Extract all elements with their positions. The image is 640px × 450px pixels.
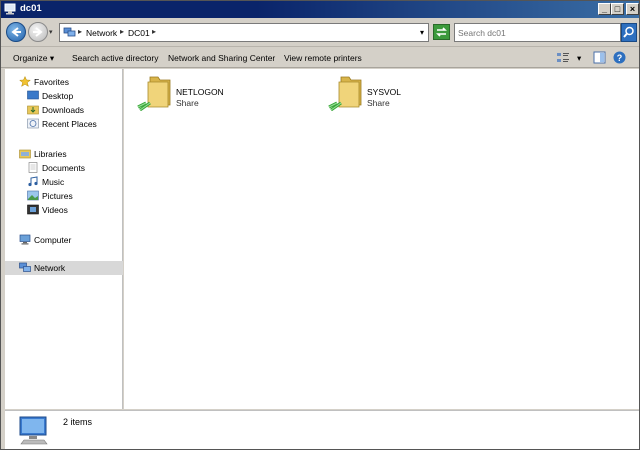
breadcrumb-separator-icon[interactable]: ▸ [78, 27, 82, 36]
address-bar[interactable]: ▸ Network ▸ DC01 ▸ ▾ [59, 23, 429, 42]
nav-music-label: Music [42, 177, 65, 187]
back-arrow-icon [11, 27, 21, 37]
refresh-button[interactable] [433, 24, 450, 40]
videos-icon [27, 204, 39, 215]
nav-desktop-label: Desktop [42, 91, 74, 101]
maximize-button[interactable]: □ [611, 3, 624, 15]
share-name: NETLOGON [176, 87, 224, 97]
network-icon [63, 27, 76, 37]
organize-menu-button[interactable]: Organize ▾ [13, 53, 54, 64]
file-list[interactable]: NETLOGON Share SYSVOL Share [124, 69, 639, 409]
libraries-icon [19, 149, 31, 159]
network-icon [19, 262, 31, 272]
network-computer-icon [4, 3, 16, 15]
share-name: SYSVOL [367, 87, 402, 97]
share-type: Share [367, 98, 390, 108]
documents-icon [28, 162, 38, 173]
nav-desktop[interactable]: Desktop [5, 89, 123, 103]
item-count: 2 items [63, 417, 93, 427]
shared-folder-icon [137, 76, 171, 111]
nav-network[interactable]: Network [5, 261, 123, 275]
refresh-icon [436, 27, 447, 37]
change-view-icon[interactable] [556, 51, 570, 64]
nav-downloads[interactable]: Downloads [5, 103, 123, 117]
back-button[interactable] [6, 22, 26, 42]
network-sharing-center-button[interactable]: Network and Sharing Center [168, 53, 275, 63]
minimize-button[interactable]: _ [598, 3, 611, 15]
title-bar[interactable]: dc01 _ □ × [1, 1, 639, 18]
recent-places-icon [27, 118, 39, 129]
nav-recent-places-label: Recent Places [42, 119, 97, 129]
computer-icon [19, 416, 48, 445]
nav-documents[interactable]: Documents [5, 161, 123, 175]
nav-videos[interactable]: Videos [5, 203, 123, 217]
window-title: dc01 [20, 3, 42, 14]
explorer-window: dc01 _ □ × ▾ ▸ Network ▸ DC01 ▸ ▾ Search… [0, 0, 640, 450]
forward-button[interactable] [28, 22, 48, 42]
navigation-pane: Favorites Desktop Downloads Recent Place… [5, 69, 123, 409]
nav-pictures-label: Pictures [42, 191, 73, 201]
nav-pictures[interactable]: Pictures [5, 189, 123, 203]
forward-arrow-icon [33, 27, 43, 37]
nav-videos-label: Videos [42, 205, 68, 215]
close-button[interactable]: × [626, 3, 639, 15]
help-icon[interactable]: ? [613, 51, 626, 64]
breadcrumb-separator-icon[interactable]: ▸ [120, 27, 124, 36]
search-box[interactable] [454, 23, 621, 42]
nav-downloads-label: Downloads [42, 105, 85, 115]
view-remote-printers-button[interactable]: View remote printers [284, 53, 362, 63]
desktop-icon [27, 90, 39, 100]
nav-favorites-label: Favorites [34, 77, 69, 87]
address-row: ▾ ▸ Network ▸ DC01 ▸ ▾ [1, 18, 639, 46]
details-pane: 2 items [5, 410, 639, 449]
nav-music[interactable]: Music [5, 175, 123, 189]
nav-computer-label: Computer [34, 235, 72, 245]
search-button[interactable] [621, 23, 637, 42]
downloads-folder-icon [27, 105, 39, 115]
nav-computer[interactable]: Computer [5, 233, 123, 247]
share-item-sysvol[interactable]: SYSVOL Share [327, 73, 487, 118]
nav-favorites[interactable]: Favorites [5, 75, 123, 89]
nav-network-label: Network [34, 263, 66, 273]
address-dropdown-icon[interactable]: ▾ [420, 28, 424, 37]
preview-pane-icon[interactable] [593, 51, 606, 64]
search-active-directory-button[interactable]: Search active directory [72, 53, 158, 63]
search-input[interactable] [458, 26, 603, 39]
shared-folder-icon [328, 76, 362, 111]
breadcrumb-dc01[interactable]: DC01 [128, 28, 150, 38]
breadcrumb-separator-icon[interactable]: ▸ [152, 27, 156, 36]
music-icon [28, 176, 38, 187]
nav-libraries[interactable]: Libraries [5, 147, 123, 161]
search-icon [623, 26, 634, 38]
share-item-netlogon[interactable]: NETLOGON Share [136, 73, 296, 118]
command-bar: Organize ▾ Search active directory Netwo… [1, 46, 639, 68]
breadcrumb-network[interactable]: Network [86, 28, 117, 38]
pictures-icon [27, 190, 39, 201]
nav-recent-places[interactable]: Recent Places [5, 117, 123, 131]
nav-libraries-label: Libraries [34, 149, 67, 159]
view-options-dropdown-icon[interactable]: ▾ [577, 53, 581, 64]
computer-icon [19, 234, 31, 245]
svg-text:?: ? [617, 53, 623, 63]
share-type: Share [176, 98, 199, 108]
nav-documents-label: Documents [42, 163, 85, 173]
star-icon [19, 76, 31, 87]
recent-pages-dropdown-icon[interactable]: ▾ [49, 28, 53, 36]
